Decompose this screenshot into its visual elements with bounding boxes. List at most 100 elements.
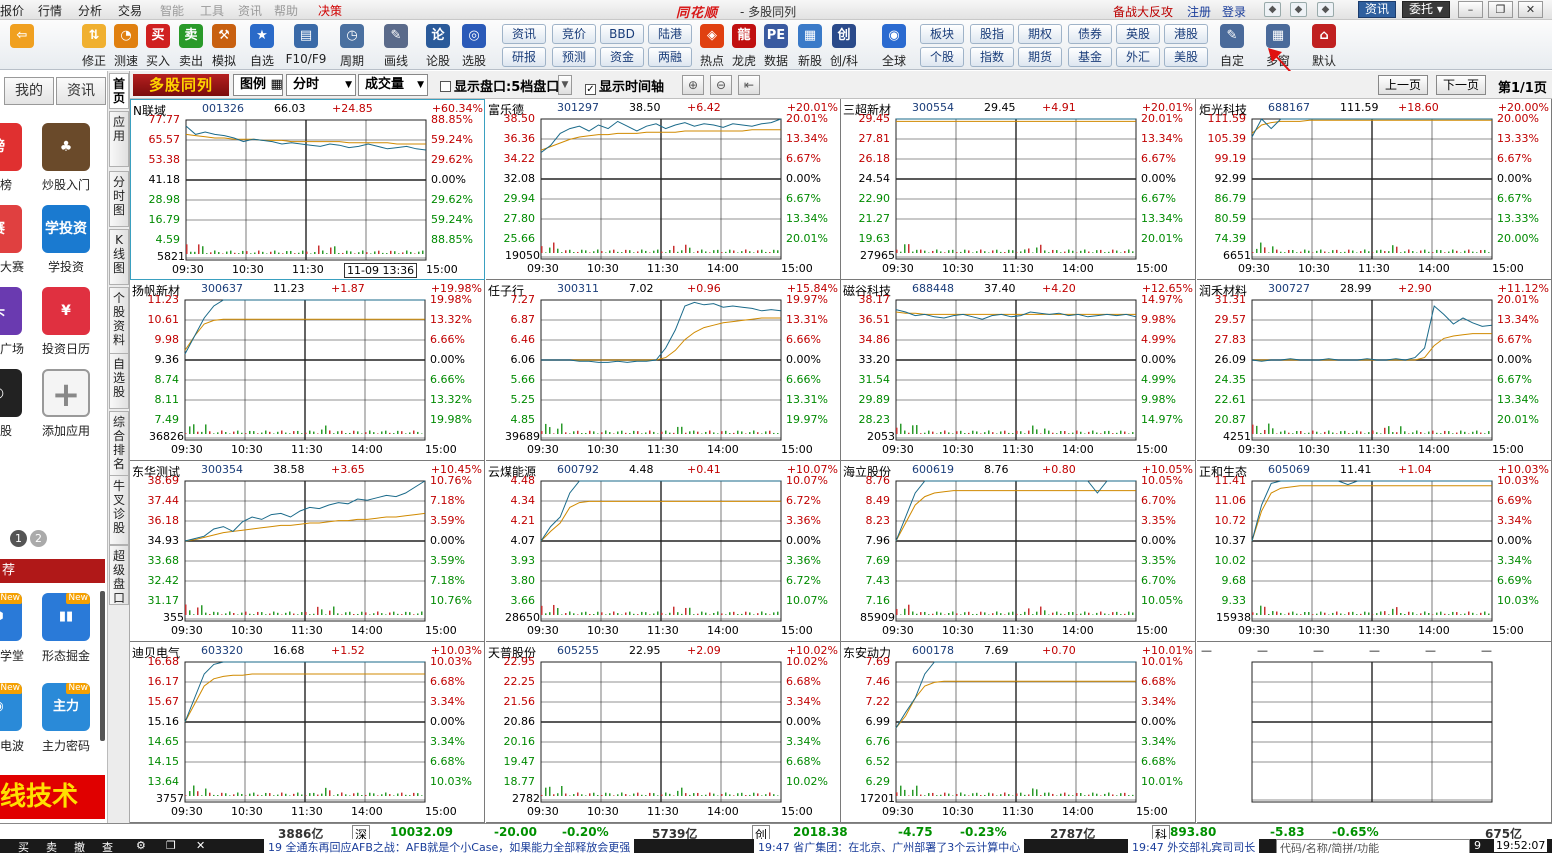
stock-chart-cell[interactable]: 三超新材 300554 29.45 +4.91 +20.01% 29.45 27.81 26.… — [841, 99, 1196, 280]
metric-select[interactable]: 成交量 ▼ — [358, 74, 428, 96]
left-tab-0[interactable]: 我的 — [4, 77, 54, 105]
toolbar-全球-button[interactable]: ◉ 全球 — [876, 23, 912, 69]
vtab-0[interactable]: 首页 — [109, 73, 129, 109]
win-restore-button[interactable]: ❐ — [1488, 1, 1513, 18]
period-select[interactable]: 分时 ▼ — [286, 74, 356, 96]
win-close-button[interactable]: ✕ — [1518, 1, 1543, 18]
stock-chart-cell[interactable]: 扬帆新材 300637 11.23 +1.87 +19.98% 11.23 10.61 9.9… — [130, 280, 485, 461]
app-0-icon[interactable]: 榜 — [0, 123, 22, 171]
win-minimize-button[interactable]: – — [1458, 1, 1483, 18]
menu-item-6[interactable]: 资讯 — [238, 2, 262, 19]
ticker-3-button[interactable]: 查 — [102, 839, 113, 853]
promo-link[interactable]: 备战大反攻 — [1113, 3, 1173, 20]
ticker-1-button[interactable]: 卖 — [46, 839, 57, 853]
vtab-7[interactable]: 牛叉诊股 — [109, 475, 129, 545]
prev-page-button[interactable]: 上一页 — [1378, 75, 1428, 95]
market-英股-button[interactable]: 英股 — [1116, 24, 1160, 44]
toolbar-模拟-button[interactable]: ⚒ 模拟 — [206, 23, 242, 69]
gear-icon[interactable]: ⚙ — [136, 839, 146, 852]
toolbar-画线-button[interactable]: ✎ 画线 — [378, 23, 414, 69]
app-label[interactable]: 炒股入门 — [42, 176, 90, 193]
app-4-icon[interactable]: 头 — [0, 287, 22, 335]
app-3-icon[interactable]: 学投资 — [42, 205, 90, 253]
app-1-icon[interactable]: ♣ — [42, 123, 90, 171]
market-美股-button[interactable]: 美股 — [1164, 47, 1208, 67]
ticker-news-3[interactable]: 19:47 外交部礼宾司司长 — [1128, 839, 1260, 853]
ticker-2-button[interactable]: 撤 — [74, 839, 85, 853]
app-label[interactable]: 大赛 — [0, 258, 24, 275]
quick-资讯-button[interactable]: 资讯 — [502, 24, 546, 44]
market-外汇-button[interactable]: 外汇 — [1116, 47, 1160, 67]
entrust-box-button[interactable]: 委托 ▾ — [1402, 1, 1450, 18]
shirt-icon[interactable]: ◆ — [1317, 2, 1334, 17]
back-button[interactable]: ⇤ — [738, 75, 760, 95]
app-label[interactable]: 股 — [0, 422, 12, 439]
menu-item-1[interactable]: 行情 — [38, 2, 62, 19]
app2-0-icon[interactable]: ⬢ New — [0, 593, 22, 641]
stock-chart-cell[interactable]: 富乐德 301297 38.50 +6.42 +20.01% 38.50 36.36 34.2… — [486, 99, 841, 280]
menu-item-4[interactable]: 智能 — [160, 2, 184, 19]
menu-item-3[interactable]: 交易 — [118, 2, 142, 19]
stock-chart-cell[interactable]: 东华测试 300354 38.58 +3.65 +10.45% 38.69 37.44 36.… — [130, 461, 485, 642]
stock-chart-cell[interactable]: 海立股份 600619 8.76 +0.80 +10.05% 8.76 8.49 8.23 7.… — [841, 461, 1196, 642]
quick-研报-button[interactable]: 研报 — [502, 47, 546, 67]
login-link[interactable]: 登录 — [1222, 3, 1246, 20]
quick-两融-button[interactable]: 两融 — [648, 47, 692, 67]
news-box-button[interactable]: 资讯 — [1358, 1, 1397, 18]
stock-chart-cell[interactable]: 任子行 300311 7.02 +0.96 +15.84% 7.27 6.87 6.46 6.0… — [486, 280, 841, 461]
market-股指-button[interactable]: 股指 — [970, 24, 1014, 44]
ticker-0-button[interactable]: 买 — [18, 839, 29, 853]
left-tab-1[interactable]: 资讯 — [56, 77, 106, 105]
app-5-icon[interactable]: ¥ — [42, 287, 90, 335]
close-icon[interactable]: ✕ — [196, 839, 205, 852]
toolbar-自选-button[interactable]: ★ 自选 — [244, 23, 280, 69]
orderbook-checkbox[interactable]: 显示盘口:5档盘口 — [440, 76, 559, 95]
stock-chart-cell[interactable]: 磁谷科技 688448 37.40 +4.20 +12.65% 38.17 36.51 34.… — [841, 280, 1196, 461]
timeaxis-checkbox[interactable]: ✓ 显示时间轴 — [585, 76, 664, 95]
vtab-2[interactable]: 分时图 — [109, 171, 129, 227]
menu-item-8[interactable]: 决策 — [318, 2, 342, 19]
quick-陆港-button[interactable]: 陆港 — [648, 24, 692, 44]
toolbar-论股-button[interactable]: 论论股 — [420, 23, 456, 69]
search-input[interactable]: 代码/名称/简拼/功能 — [1276, 839, 1470, 853]
quick-BBD-button[interactable]: BBD — [600, 24, 644, 44]
toolbar-周期-button[interactable]: ◷ 周期 — [334, 23, 370, 69]
zoom-out-button[interactable]: ⊖ — [710, 75, 732, 95]
toolbar-多窗-button[interactable]: ▦ 多窗 — [1260, 23, 1296, 69]
app2-label[interactable]: 学堂 — [0, 647, 24, 664]
stock-chart-cell[interactable]: 东安动力 600178 7.69 +0.70 +10.01% 7.69 7.46 7.22 6.… — [841, 642, 1196, 823]
app2-label[interactable]: 电波 — [0, 737, 24, 754]
app-2-icon[interactable]: 赛 — [0, 205, 22, 253]
app-label[interactable]: 榜 — [0, 176, 12, 193]
stock-chart-cell[interactable]: 正和生态 605069 11.41 +1.04 +10.03% 11.41 11.06 10.… — [1197, 461, 1552, 642]
menu-item-7[interactable]: 帮助 — [274, 2, 298, 19]
orderbook-dropdown-button[interactable]: ▼ — [558, 75, 572, 95]
app2-2-icon[interactable]: ◉ New — [0, 683, 22, 731]
stock-chart-cell[interactable]: 云煤能源 600792 4.48 +0.41 +10.07% 4.48 4.34 4.21 4.… — [486, 461, 841, 642]
quick-竞价-button[interactable]: 竞价 — [552, 24, 596, 44]
app2-3-icon[interactable]: 主力 New — [42, 683, 90, 731]
quick-资金-button[interactable]: 资金 — [600, 47, 644, 67]
toolbar-back-button[interactable]: ⇦ — [4, 23, 40, 69]
stock-chart-cell[interactable]: — — — — — — — [1197, 642, 1552, 823]
toolbar-默认-button[interactable]: ⌂ 默认 — [1306, 23, 1342, 69]
app-6-icon[interactable]: ◐ — [0, 369, 22, 417]
app-label[interactable]: 投资日历 — [42, 340, 90, 357]
quick-预测-button[interactable]: 预测 — [552, 47, 596, 67]
legend-select[interactable]: 图例 ▦ — [233, 74, 283, 96]
app-label[interactable]: 广场 — [0, 340, 24, 357]
toolbar-自定-button[interactable]: ✎ 自定 — [1214, 23, 1250, 69]
vtab-6[interactable]: 综合排名 — [109, 411, 129, 481]
vtab-3[interactable]: K线图 — [109, 229, 129, 285]
market-板块-button[interactable]: 板块 — [920, 24, 964, 44]
stock-chart-cell[interactable]: 润禾材料 300727 28.99 +2.90 +11.12% 31.31 29.57 27.… — [1197, 280, 1552, 461]
menu-item-5[interactable]: 工具 — [200, 2, 224, 19]
market-期货-button[interactable]: 期货 — [1018, 47, 1062, 67]
app-7-icon[interactable]: + — [42, 369, 90, 417]
market-指数-button[interactable]: 指数 — [970, 47, 1014, 67]
ticker-news-2[interactable]: 19:47 省广集团：在北京、广州部署了3个云计算中心 — [754, 839, 1025, 853]
left-scrollbar[interactable] — [100, 591, 105, 741]
market-基金-button[interactable]: 基金 — [1068, 47, 1112, 67]
window-icon[interactable]: ❐ — [166, 839, 176, 852]
ticker-news-1[interactable]: 19 全通东再回应AFB之战：AFB就是个小Case，如果能力全部释放会更强 — [264, 839, 635, 853]
